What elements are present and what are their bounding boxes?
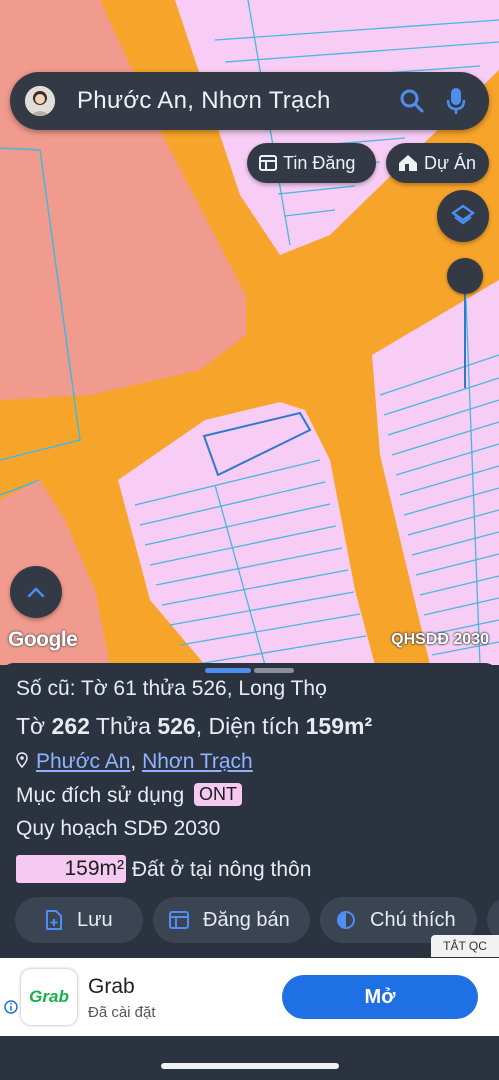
layers-button[interactable] <box>437 190 489 242</box>
parcel-summary: Tờ 262 Thửa 526, Diện tích 159m² <box>16 713 372 740</box>
projects-chip-label: Dự Án <box>424 152 477 173</box>
avatar[interactable] <box>25 86 55 116</box>
map-view[interactable]: Phước An, Nhơn Trạch Tin Đăng Dự Án Goog… <box>0 0 499 665</box>
sheet-prefix: Tờ <box>16 713 46 739</box>
plan-label: Quy hoạch SDĐ 2030 <box>16 817 221 840</box>
parcel-number: 526 <box>157 713 196 739</box>
listing-icon <box>169 911 189 929</box>
layers-icon <box>450 204 476 225</box>
plan-area-chip: 159m² <box>16 855 126 883</box>
contrast-icon <box>337 911 355 929</box>
location-pin-icon <box>16 752 28 769</box>
purpose-label: Mục đích sử dụng <box>16 784 185 807</box>
close-ad-button[interactable]: TẮT QC <box>431 935 499 957</box>
listings-chip-label: Tin Đăng <box>283 152 356 173</box>
info-icon[interactable] <box>4 1000 18 1014</box>
microphone-icon[interactable] <box>441 86 471 116</box>
save-button-label: Lưu <box>77 908 113 931</box>
ad-subtitle: Đã cài đặt <box>88 1004 156 1021</box>
area-prefix: , Diện tích <box>195 713 300 739</box>
building-icon <box>399 155 417 171</box>
opacity-slider[interactable] <box>447 258 483 393</box>
overlay-label: QHSDĐ 2030 <box>391 631 489 648</box>
search-icon[interactable] <box>397 86 427 116</box>
purpose-row: Mục đích sử dụng ONT <box>16 783 242 808</box>
district-link[interactable]: Nhơn Trạch <box>142 750 253 773</box>
sheet-number: 262 <box>51 713 90 739</box>
ward-link[interactable]: Phước An <box>36 750 130 773</box>
bottom-bar <box>0 1036 499 1080</box>
ad-banner[interactable]: Grab Grab Đã cài đặt Mở <box>0 958 499 1036</box>
action-bar: Lưu Đăng bán Chú thích <box>15 897 499 943</box>
google-attribution: Google <box>8 628 78 651</box>
search-bar[interactable]: Phước An, Nhơn Trạch <box>10 72 489 130</box>
location-separator: , <box>130 750 137 773</box>
parcel-info-sheet: Số cũ: Tờ 61 thửa 526, Long Thọ Tờ 262 T… <box>0 663 499 960</box>
old-reference: Số cũ: Tờ 61 thửa 526, Long Thọ <box>16 677 327 700</box>
parcel-prefix: Thửa <box>95 713 151 739</box>
expand-up-button[interactable] <box>10 566 62 618</box>
plan-row: 159m² Đất ở tại nông thôn <box>16 855 311 883</box>
listings-chip[interactable]: Tin Đăng <box>247 143 376 183</box>
save-button[interactable]: Lưu <box>15 897 143 943</box>
legend-button-label: Chú thích <box>370 908 456 931</box>
chevron-up-icon <box>27 587 45 598</box>
grab-logo[interactable]: Grab <box>21 969 77 1025</box>
sell-button[interactable]: Đăng bán <box>153 897 310 943</box>
area-value: 159m² <box>305 713 373 739</box>
home-indicator[interactable] <box>161 1063 339 1069</box>
open-app-button[interactable]: Mở <box>282 975 478 1019</box>
location-row: Phước An, Nhơn Trạch <box>16 750 253 774</box>
plan-description: Đất ở tại nông thôn <box>131 858 312 881</box>
search-input[interactable]: Phước An, Nhơn Trạch <box>77 87 397 115</box>
ad-title[interactable]: Grab <box>88 975 135 999</box>
projects-chip[interactable]: Dự Án <box>386 143 489 183</box>
sheet-handle[interactable] <box>254 668 294 673</box>
opacity-slider-handle[interactable] <box>447 258 483 294</box>
purpose-code-badge: ONT <box>194 783 242 806</box>
listing-icon <box>259 155 277 171</box>
sell-button-label: Đăng bán <box>203 908 290 931</box>
sheet-handle-active[interactable] <box>205 668 251 673</box>
add-file-icon <box>46 910 62 930</box>
